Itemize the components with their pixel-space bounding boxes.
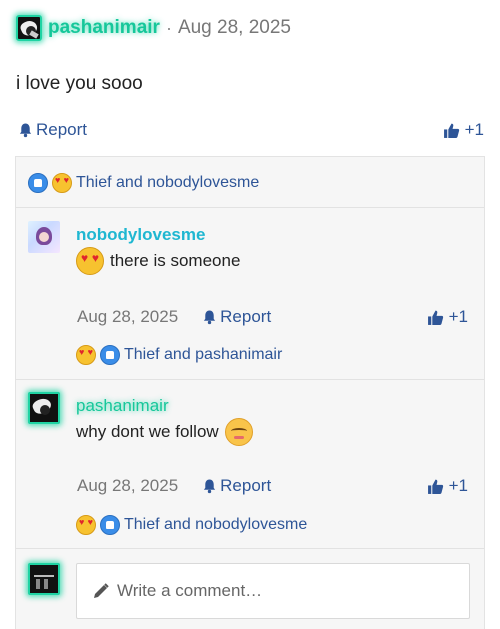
report-button[interactable]: Report [202,476,271,496]
comment-meta: Aug 28, 2025 Report +1 [77,476,468,496]
post-reactions[interactable]: Thief and nobodylovesme [28,173,259,193]
comment: pashanimair why dont we follow Aug 28, 2… [16,379,484,549]
like-icon [100,345,120,365]
heart-eyes-icon [52,173,72,193]
comment-date: Aug 28, 2025 [77,476,179,495]
like-button[interactable]: +1 [427,307,468,327]
like-icon [28,173,48,193]
comment-reactions[interactable]: Thief and nobodylovesme [76,515,307,535]
comment-text: why dont we follow [76,418,253,446]
comment-body: why dont we follow [76,422,219,441]
comment: nobodylovesme there is someone Aug 28, 2… [16,208,484,378]
comment-reactions[interactable]: Thief and pashanimair [76,345,282,365]
heart-eyes-emoji [76,247,104,275]
like-count: +1 [448,476,468,495]
comment-body: there is someone [110,251,241,270]
like-count: +1 [448,307,468,326]
comment-placeholder: Write a comment… [117,581,263,600]
bell-icon [19,123,32,138]
bell-icon [204,310,216,325]
reactions-text: Thief and nobodylovesme [76,174,260,191]
author-avatar[interactable] [16,15,42,41]
post-body: i love you sooo [16,73,143,94]
like-icon [100,515,120,535]
like-button[interactable]: +1 [443,120,484,140]
report-label: Report [220,307,272,326]
post-actions: Report +1 [18,119,484,141]
commenter-avatar[interactable] [28,392,60,424]
separator-dot: · [165,17,172,38]
thumbs-up-icon [427,310,443,325]
report-button[interactable]: Report [18,120,87,140]
post-date: Aug 28, 2025 [177,17,291,38]
post-header: pashanimair · Aug 28, 2025 [16,14,291,42]
comment-author-name[interactable]: pashanimair [76,396,169,416]
comment-author-name[interactable]: nobodylovesme [76,225,205,245]
comment-text: there is someone [76,247,240,275]
pencil-icon [94,583,109,598]
like-count: +1 [464,120,484,139]
bell-icon [204,479,216,494]
comment-meta: Aug 28, 2025 Report +1 [77,307,468,327]
thumbs-up-icon [443,123,459,138]
comments-section: Thief and nobodylovesme nobodylovesme th… [15,156,485,629]
heart-eyes-icon [76,345,96,365]
report-label: Report [220,476,272,495]
post-author-name[interactable]: pashanimair [48,17,160,39]
comment-input[interactable]: Write a comment… [76,563,470,619]
comment-date: Aug 28, 2025 [77,307,179,326]
heart-eyes-icon [76,515,96,535]
report-label: Report [36,120,88,139]
blushing-face-emoji [224,418,253,446]
comment-composer: Write a comment… [16,549,484,629]
report-button[interactable]: Report [202,307,271,327]
like-button[interactable]: +1 [427,476,468,496]
commenter-avatar[interactable] [28,221,60,253]
current-user-avatar[interactable] [28,563,60,595]
thumbs-up-icon [427,479,443,494]
reactions-text: Thief and pashanimair [124,346,283,363]
reactions-text: Thief and nobodylovesme [124,516,308,533]
